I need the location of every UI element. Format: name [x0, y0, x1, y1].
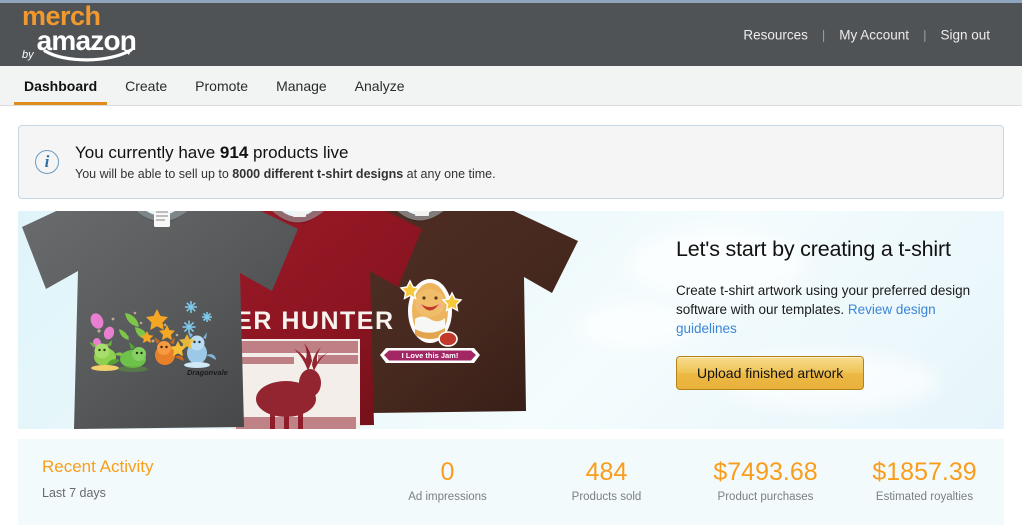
amazon-smile-icon: [43, 48, 139, 66]
recent-activity-panel: Recent Activity Last 7 days 0 Ad impress…: [18, 439, 1004, 525]
hero-panel: I Love this Jam! DEER HUNTER Dragonvale …: [18, 211, 1004, 429]
stat-label: Products sold: [571, 491, 642, 503]
recent-activity-subtitle: Last 7 days: [42, 486, 106, 500]
stat-product-purchases: $7493.68 Product purchases: [686, 457, 845, 503]
stat-label: Product purchases: [717, 491, 814, 503]
design-limit-text: 8000 different t-shirt designs: [232, 167, 404, 181]
banner-subline-suffix: at any one time.: [403, 167, 496, 181]
merch-by-amazon-logo[interactable]: merch by amazon: [22, 3, 139, 66]
banner-headline: You currently have 914 products live: [75, 143, 496, 163]
logo-by-text: by: [22, 49, 34, 61]
tab-create[interactable]: Create: [111, 66, 181, 105]
upload-finished-artwork-button[interactable]: Upload finished artwork: [676, 356, 865, 390]
banner-text: You currently have 914 products live You…: [75, 143, 496, 181]
main-tab-bar: Dashboard Create Promote Manage Analyze: [0, 66, 1022, 106]
tab-manage[interactable]: Manage: [262, 66, 341, 105]
stat-products-sold: 484 Products sold: [527, 457, 686, 503]
stat-estimated-royalties: $1857.39 Estimated royalties: [845, 457, 1004, 503]
banner-headline-prefix: You currently have: [75, 143, 220, 162]
banner-subline-prefix: You will be able to sell up to: [75, 167, 233, 181]
products-live-count: 914: [219, 143, 249, 162]
header-nav: Resources | My Account | Sign out: [729, 23, 1004, 46]
banner-headline-suffix: products live: [248, 143, 349, 162]
tab-promote[interactable]: Promote: [181, 66, 262, 105]
stat-label: Ad impressions: [408, 491, 487, 503]
hero-title: Let's start by creating a t-shirt: [676, 237, 951, 261]
nav-link-resources[interactable]: Resources: [729, 23, 822, 46]
tab-analyze[interactable]: Analyze: [341, 66, 419, 105]
stat-label: Estimated royalties: [875, 491, 974, 503]
stat-value: $1857.39: [872, 458, 977, 486]
nav-link-sign-out[interactable]: Sign out: [926, 23, 1004, 46]
stat-value: $7493.68: [713, 458, 818, 486]
svg-text:Dragonvale: Dragonvale: [187, 368, 228, 377]
stat-value: 0: [440, 458, 455, 486]
recent-activity-title[interactable]: Recent Activity: [42, 457, 368, 477]
site-header: merch by amazon Resources | My Account |…: [0, 3, 1022, 66]
hero-copy: Let's start by creating a t-shirt Create…: [658, 211, 1004, 429]
recent-activity-header: Recent Activity Last 7 days: [18, 457, 368, 500]
hero-shirt-photo: I Love this Jam! DEER HUNTER Dragonvale: [22, 211, 578, 429]
banner-subline: You will be able to sell up to 8000 diff…: [75, 167, 496, 181]
page-content: i You currently have 914 products live Y…: [0, 125, 1022, 525]
nav-link-my-account[interactable]: My Account: [825, 23, 923, 46]
svg-text:I Love this Jam!: I Love this Jam!: [402, 351, 459, 360]
stat-value: 484: [585, 458, 628, 486]
hero-description: Create t-shirt artwork using your prefer…: [676, 281, 984, 338]
tab-dashboard[interactable]: Dashboard: [10, 66, 111, 105]
info-icon: i: [35, 150, 59, 174]
stat-ad-impressions: 0 Ad impressions: [368, 457, 527, 503]
products-live-banner: i You currently have 914 products live Y…: [18, 125, 1004, 199]
